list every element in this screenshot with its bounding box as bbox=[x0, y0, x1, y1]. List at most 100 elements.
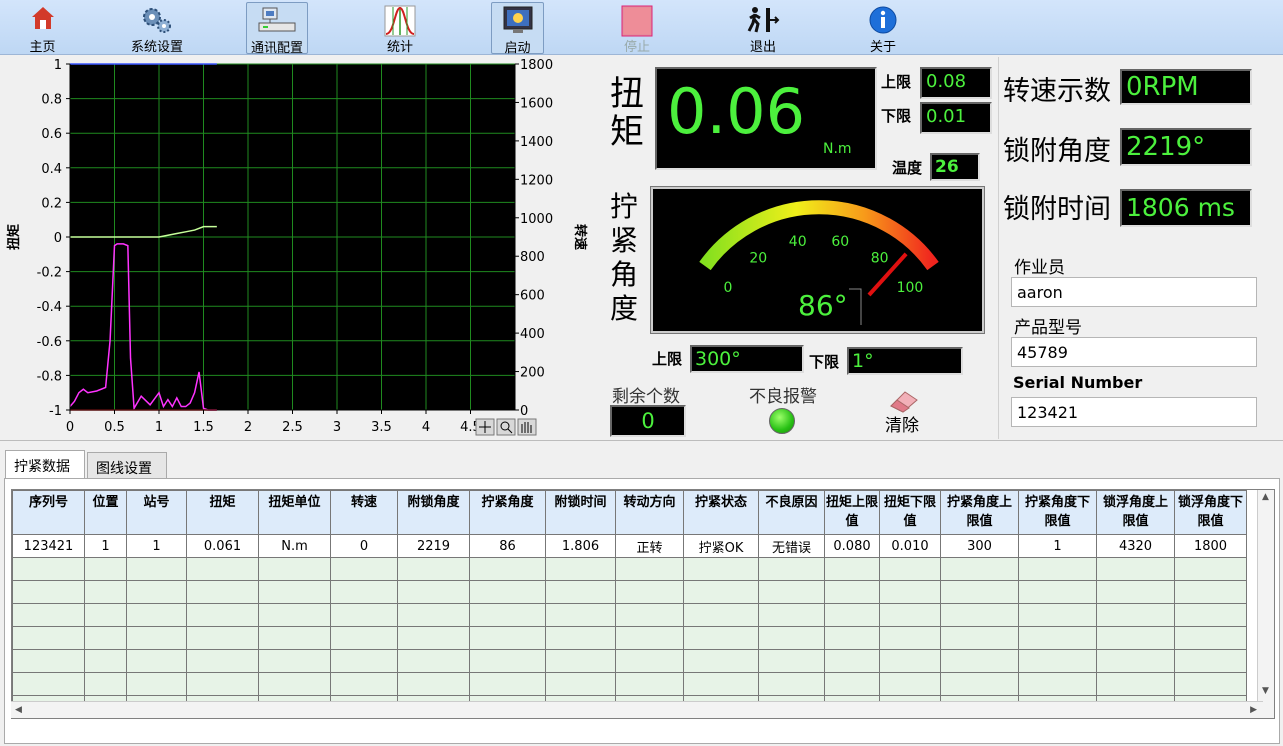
table-cell[interactable] bbox=[258, 649, 331, 673]
table-cell[interactable] bbox=[330, 603, 398, 627]
tab-tightening-data[interactable]: 拧紧数据 bbox=[5, 450, 85, 478]
column-header[interactable]: 扭矩单位 bbox=[258, 490, 331, 535]
table-cell[interactable] bbox=[186, 672, 259, 696]
table-cell[interactable] bbox=[12, 580, 85, 604]
column-header[interactable]: 拧紧状态 bbox=[683, 490, 759, 535]
table-cell[interactable] bbox=[12, 603, 85, 627]
column-header[interactable]: 扭矩下限值 bbox=[879, 490, 941, 535]
table-cell[interactable] bbox=[683, 626, 759, 650]
table-cell[interactable] bbox=[258, 626, 331, 650]
table-cell[interactable]: 4320 bbox=[1096, 534, 1175, 558]
table-cell[interactable] bbox=[758, 626, 825, 650]
table-cell[interactable] bbox=[615, 672, 684, 696]
table-cell[interactable] bbox=[879, 557, 941, 581]
table-cell[interactable]: 无错误 bbox=[758, 534, 825, 558]
table-cell[interactable] bbox=[545, 603, 616, 627]
table-cell[interactable] bbox=[824, 649, 880, 673]
table-cell[interactable] bbox=[1096, 672, 1175, 696]
table-cell[interactable] bbox=[824, 603, 880, 627]
table-cell[interactable] bbox=[330, 626, 398, 650]
table-cell[interactable] bbox=[84, 603, 127, 627]
start-button[interactable]: 启动 bbox=[491, 2, 544, 56]
table-cell[interactable] bbox=[615, 557, 684, 581]
column-header[interactable]: 扭矩上限值 bbox=[824, 490, 880, 535]
table-cell[interactable] bbox=[126, 557, 187, 581]
table-cell[interactable] bbox=[940, 672, 1019, 696]
column-header[interactable]: 不良原因 bbox=[758, 490, 825, 535]
table-cell[interactable] bbox=[1096, 603, 1175, 627]
table-cell[interactable] bbox=[1096, 580, 1175, 604]
table-cell[interactable] bbox=[126, 672, 187, 696]
table-cell[interactable] bbox=[469, 649, 546, 673]
exit-button[interactable]: 退出 bbox=[738, 2, 788, 55]
stop-button[interactable]: 停止 bbox=[612, 2, 662, 55]
table-cell[interactable] bbox=[1174, 580, 1247, 604]
table-cell[interactable] bbox=[258, 603, 331, 627]
table-cell[interactable] bbox=[545, 672, 616, 696]
table-cell[interactable] bbox=[397, 557, 470, 581]
table-cell[interactable] bbox=[330, 580, 398, 604]
table-cell[interactable] bbox=[12, 557, 85, 581]
table-cell[interactable]: 1 bbox=[84, 534, 127, 558]
table-cell[interactable] bbox=[879, 580, 941, 604]
table-cell[interactable] bbox=[940, 603, 1019, 627]
table-cell[interactable] bbox=[1018, 672, 1097, 696]
torque-lower-field[interactable]: 0.01 bbox=[920, 102, 992, 134]
table-cell[interactable] bbox=[186, 603, 259, 627]
table-cell[interactable] bbox=[1018, 603, 1097, 627]
table-cell[interactable] bbox=[1174, 672, 1247, 696]
pan-tool-icon[interactable] bbox=[517, 418, 537, 436]
table-row[interactable] bbox=[12, 557, 1247, 581]
table-cell[interactable] bbox=[683, 603, 759, 627]
table-cell[interactable] bbox=[186, 557, 259, 581]
table-cell[interactable] bbox=[397, 672, 470, 696]
table-cell[interactable] bbox=[84, 580, 127, 604]
splitter[interactable] bbox=[0, 440, 1283, 446]
serial-field[interactable]: 123421 bbox=[1011, 397, 1257, 427]
column-header[interactable]: 附锁时间 bbox=[545, 490, 616, 535]
table-row[interactable]: 123421 1 1 0.061 N.m 0 2219 86 1.806 正转 拧紧OK 无错误 0.0… bbox=[12, 534, 1247, 558]
table-cell[interactable] bbox=[1174, 649, 1247, 673]
table-cell[interactable] bbox=[1018, 580, 1097, 604]
table-row[interactable] bbox=[12, 580, 1247, 604]
table-cell[interactable] bbox=[469, 557, 546, 581]
table-cell[interactable] bbox=[12, 626, 85, 650]
column-header[interactable]: 拧紧角度下限值 bbox=[1018, 490, 1097, 535]
table-cell[interactable] bbox=[1174, 603, 1247, 627]
table-cell[interactable] bbox=[940, 649, 1019, 673]
table-row[interactable] bbox=[12, 649, 1247, 673]
chart-zoom-tools[interactable] bbox=[475, 418, 537, 436]
table-cell[interactable] bbox=[683, 580, 759, 604]
table-cell[interactable] bbox=[683, 557, 759, 581]
table-cell[interactable] bbox=[84, 649, 127, 673]
table-cell[interactable] bbox=[940, 580, 1019, 604]
table-cell[interactable] bbox=[469, 672, 546, 696]
table-row[interactable] bbox=[12, 672, 1247, 696]
table-cell[interactable] bbox=[397, 580, 470, 604]
angle-lower-field[interactable]: 1° bbox=[847, 347, 963, 375]
table-cell[interactable] bbox=[683, 672, 759, 696]
table-cell[interactable] bbox=[1096, 557, 1175, 581]
table-cell[interactable] bbox=[330, 649, 398, 673]
table-cell[interactable] bbox=[940, 557, 1019, 581]
table-cell[interactable] bbox=[545, 580, 616, 604]
table-cell[interactable] bbox=[397, 626, 470, 650]
table-cell[interactable] bbox=[545, 626, 616, 650]
column-header[interactable]: 锁浮角度上限值 bbox=[1096, 490, 1175, 535]
column-header[interactable]: 锁浮角度下限值 bbox=[1174, 490, 1247, 535]
table-cell[interactable] bbox=[545, 649, 616, 673]
comm-config-button[interactable]: 通讯配置 bbox=[246, 2, 308, 56]
column-header[interactable]: 位置 bbox=[84, 490, 127, 535]
table-cell[interactable] bbox=[12, 672, 85, 696]
table-cell[interactable] bbox=[258, 557, 331, 581]
table-cell[interactable]: N.m bbox=[258, 534, 331, 558]
table-cell[interactable]: 2219 bbox=[397, 534, 470, 558]
table-cell[interactable] bbox=[879, 672, 941, 696]
table-cell[interactable] bbox=[879, 626, 941, 650]
table-cell[interactable] bbox=[12, 649, 85, 673]
table-cell[interactable] bbox=[1018, 557, 1097, 581]
table-row[interactable] bbox=[12, 626, 1247, 650]
table-cell[interactable] bbox=[330, 557, 398, 581]
table-cell[interactable] bbox=[126, 626, 187, 650]
table-cell[interactable] bbox=[615, 626, 684, 650]
